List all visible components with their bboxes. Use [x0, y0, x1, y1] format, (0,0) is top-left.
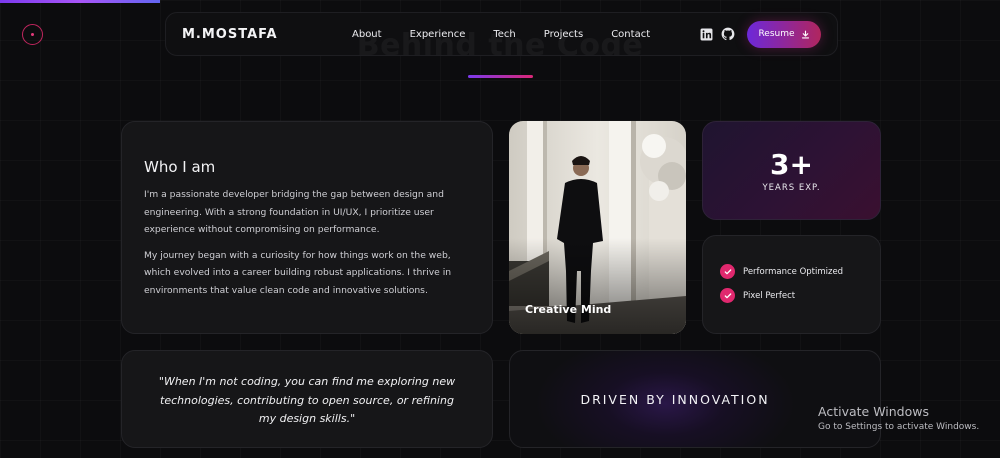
- years-value: 3+: [770, 148, 813, 181]
- feature-label: Performance Optimized: [743, 266, 844, 277]
- download-icon: [801, 30, 809, 38]
- who-i-am-paragraph: I'm a passionate developer bridging the …: [144, 189, 444, 235]
- driven-text: DRIVEN BY INNOVATION: [580, 391, 770, 407]
- quote-text: "When I'm not coding, you can find me ex…: [158, 375, 456, 425]
- driven-by-innovation-card: DRIVEN BY INNOVATION: [509, 350, 881, 448]
- github-icon[interactable]: [721, 27, 735, 41]
- nav-actions: Resume: [699, 20, 821, 48]
- title-underline: [468, 75, 533, 78]
- photo-caption: Creative Mind: [525, 303, 612, 316]
- feature-item: Pixel Perfect: [720, 288, 880, 303]
- who-i-am-card: Who I am I'm a passionate developer brid…: [121, 121, 493, 334]
- check-icon: [720, 264, 735, 279]
- resume-button-label: Resume: [758, 29, 795, 39]
- quote-card: "When I'm not coding, you can find me ex…: [121, 350, 493, 448]
- years-label: YEARS EXP.: [762, 183, 821, 193]
- check-icon: [720, 288, 735, 303]
- who-i-am-heading: Who I am: [144, 158, 216, 176]
- nav-links: About Experience Tech Projects Contact: [352, 29, 678, 40]
- feature-item: Performance Optimized: [720, 264, 880, 279]
- scroll-progress-bar: [0, 0, 160, 3]
- windows-activation-watermark: Activate Windows Go to Settings to activ…: [818, 404, 979, 432]
- nav-link-tech[interactable]: Tech: [493, 29, 515, 40]
- activation-title: Activate Windows: [818, 404, 929, 419]
- who-i-am-paragraph: My journey began with a curiosity for ho…: [144, 249, 452, 296]
- linkedin-icon[interactable]: [699, 27, 713, 41]
- nav-link-experience[interactable]: Experience: [410, 29, 466, 40]
- nav-link-contact[interactable]: Contact: [611, 29, 650, 40]
- brand-logo[interactable]: M.MOSTAFA: [182, 27, 352, 42]
- feature-label: Pixel Perfect: [743, 290, 796, 301]
- years-experience-card: 3+ YEARS EXP.: [702, 121, 881, 220]
- profile-photo-card: Creative Mind: [509, 121, 686, 334]
- resume-button[interactable]: Resume: [747, 20, 821, 48]
- nav-link-about[interactable]: About: [352, 29, 382, 40]
- navbar: M.MOSTAFA About Experience Tech Projects…: [165, 12, 838, 56]
- activation-subtitle: Go to Settings to activate Windows.: [818, 422, 980, 432]
- nav-link-projects[interactable]: Projects: [544, 29, 583, 40]
- features-card: Performance Optimized Pixel Perfect: [702, 235, 881, 334]
